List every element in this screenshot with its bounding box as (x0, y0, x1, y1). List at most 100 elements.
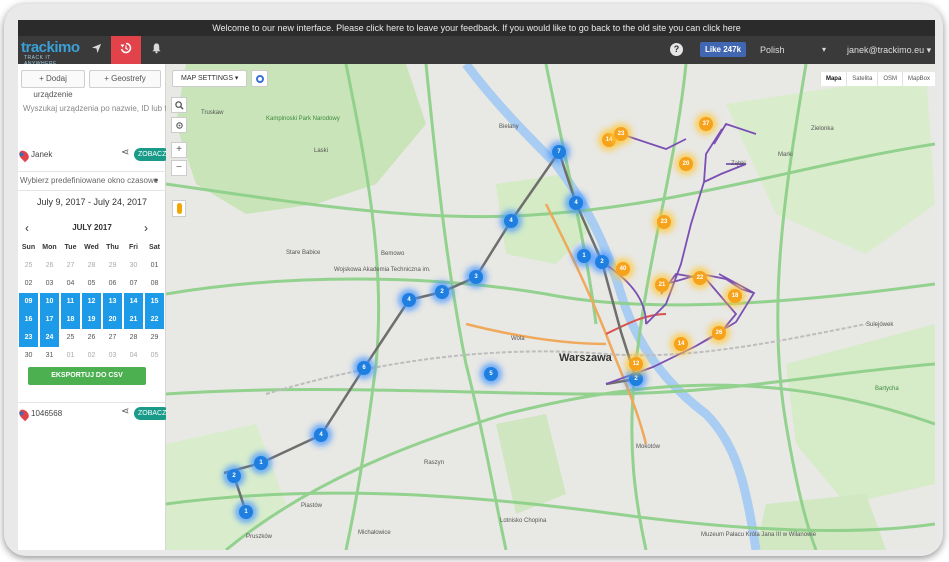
calendar-day[interactable]: 23 (19, 329, 38, 347)
share-icon[interactable]: ⋖ (121, 406, 129, 417)
calendar-day[interactable]: 17 (40, 311, 59, 329)
map-type-osm[interactable]: OSM (877, 72, 902, 86)
calendar-day[interactable]: 22 (145, 311, 164, 329)
device-row-janek[interactable]: Janek ⋖ ZOBACZ (18, 146, 171, 168)
map-type-satelita[interactable]: Satelita (846, 72, 877, 86)
calendar-day[interactable]: 05 (145, 347, 164, 365)
map-view[interactable]: 2 1 4 6 4 2 3 4 7 4 2 1 2 1 5 14 37 20 23 40 21 22 18 26 14 12 23 … (166, 64, 935, 550)
calendar-day[interactable]: 28 (124, 329, 143, 347)
route-stop-marker[interactable]: 1 (254, 456, 268, 470)
map-type-mapa[interactable]: Mapa (819, 72, 846, 86)
route-stop-marker[interactable]: 4 (314, 428, 328, 442)
map-search-icon[interactable] (171, 97, 187, 113)
calendar-day[interactable]: 01 (61, 347, 80, 365)
calendar-day[interactable]: 18 (61, 311, 80, 329)
calendar-day[interactable]: 06 (103, 275, 122, 293)
calendar-day[interactable]: 04 (124, 347, 143, 365)
calendar-day[interactable]: 30 (19, 347, 38, 365)
calendar-day[interactable]: 11 (61, 293, 80, 311)
facebook-like-button[interactable]: Like 247k (700, 42, 747, 57)
calendar-day[interactable]: 04 (61, 275, 80, 293)
calendar-day[interactable]: 09 (19, 293, 38, 311)
language-select[interactable]: Polish (760, 36, 785, 64)
locate-me-icon[interactable] (171, 117, 187, 133)
route-cluster-marker[interactable]: 37 (699, 117, 713, 131)
zoom-to-device-button[interactable]: ZOBACZ (134, 407, 171, 420)
calendar-day[interactable]: 21 (124, 311, 143, 329)
layers-icon[interactable] (251, 70, 268, 87)
calendar-day[interactable]: 13 (103, 293, 122, 311)
calendar-day[interactable]: 12 (82, 293, 101, 311)
calendar-day[interactable]: 08 (145, 275, 164, 293)
route-cluster-marker[interactable]: 26 (712, 326, 726, 340)
calendar-day[interactable]: 31 (40, 347, 59, 365)
time-window-select[interactable]: Wybierz predefiniowane okno czasowe ▾ (18, 171, 166, 191)
calendar-day[interactable]: 27 (103, 329, 122, 347)
calendar-day[interactable]: 16 (19, 311, 38, 329)
help-icon[interactable]: ? (670, 43, 683, 56)
route-stop-marker[interactable]: 4 (402, 293, 416, 307)
route-stop-marker[interactable]: 3 (469, 270, 483, 284)
zoom-out-button[interactable]: − (171, 160, 187, 176)
calendar-day[interactable]: 28 (82, 257, 101, 275)
add-device-button[interactable]: + Dodaj urządzenie (21, 70, 85, 99)
calendar-day[interactable]: 03 (103, 347, 122, 365)
route-stop-marker[interactable]: 2 (629, 372, 643, 386)
map-type-mapbox[interactable]: MapBox (901, 72, 935, 86)
route-cluster-marker[interactable]: 18 (728, 289, 742, 303)
calendar-day[interactable]: 27 (61, 257, 80, 275)
calendar-day[interactable]: 29 (103, 257, 122, 275)
route-stop-marker[interactable]: 4 (504, 214, 518, 228)
route-stop-marker[interactable]: 2 (595, 255, 609, 269)
route-cluster-marker[interactable]: 12 (629, 357, 643, 371)
calendar-day[interactable]: 01 (145, 257, 164, 275)
calendar-day[interactable]: 02 (19, 275, 38, 293)
route-cluster-marker[interactable]: 23 (614, 127, 628, 141)
route-cluster-marker[interactable]: 20 (679, 157, 693, 171)
location-arrow-icon[interactable] (81, 36, 111, 64)
calendar-day[interactable]: 26 (40, 257, 59, 275)
calendar-day[interactable]: 03 (40, 275, 59, 293)
street-view-pegman-icon[interactable] (172, 200, 186, 217)
zoom-to-device-button[interactable]: ZOBACZ (134, 148, 171, 161)
route-cluster-marker[interactable]: 21 (655, 278, 669, 292)
route-stop-marker[interactable]: 4 (569, 196, 583, 210)
export-csv-button[interactable]: EKSPORTUJ DO CSV (28, 367, 146, 385)
calendar-day[interactable]: 05 (82, 275, 101, 293)
geofence-button[interactable]: + Geostrefy (89, 70, 161, 88)
route-cluster-marker[interactable]: 40 (616, 262, 630, 276)
device-row-1046568[interactable]: 1046568 ⋖ ZOBACZ (18, 402, 171, 424)
zoom-in-button[interactable]: + (171, 142, 187, 158)
calendar-day[interactable]: 15 (145, 293, 164, 311)
calendar-day[interactable]: 30 (124, 257, 143, 275)
calendar-day[interactable]: 07 (124, 275, 143, 293)
calendar-day[interactable]: 19 (82, 311, 101, 329)
route-stop-marker[interactable]: 1 (239, 505, 253, 519)
calendar-day[interactable]: 25 (61, 329, 80, 347)
share-icon[interactable]: ⋖ (121, 147, 129, 158)
calendar-day[interactable]: 10 (40, 293, 59, 311)
calendar-next-month-button[interactable]: › (144, 222, 148, 234)
calendar-day[interactable]: 29 (145, 329, 164, 347)
route-stop-marker[interactable]: 1 (577, 249, 591, 263)
feedback-banner[interactable]: Welcome to our new interface. Please cli… (18, 20, 935, 36)
route-cluster-marker[interactable]: 14 (674, 337, 688, 351)
device-search-input[interactable]: Wyszukaj urządzenia po nazwie, ID lub ta… (23, 104, 180, 113)
route-stop-marker[interactable]: 2 (435, 285, 449, 299)
bell-icon[interactable] (141, 36, 171, 64)
calendar-day[interactable]: 14 (124, 293, 143, 311)
route-stop-marker[interactable]: 5 (484, 367, 498, 381)
calendar-day[interactable]: 25 (19, 257, 38, 275)
calendar-day[interactable]: 24 (40, 329, 59, 347)
route-stop-marker[interactable]: 7 (552, 145, 566, 159)
user-menu[interactable]: janek@trackimo.eu ▾ (847, 36, 931, 64)
history-icon[interactable] (111, 36, 141, 64)
route-cluster-marker[interactable]: 22 (693, 271, 707, 285)
chevron-down-icon[interactable]: ▾ (822, 36, 826, 64)
map-canvas[interactable] (166, 64, 935, 550)
route-stop-marker[interactable]: 6 (357, 361, 371, 375)
calendar-day[interactable]: 26 (82, 329, 101, 347)
route-cluster-marker[interactable]: 23 (657, 215, 671, 229)
map-settings-button[interactable]: MAP SETTINGS ▾ (172, 70, 248, 87)
calendar-day[interactable]: 20 (103, 311, 122, 329)
